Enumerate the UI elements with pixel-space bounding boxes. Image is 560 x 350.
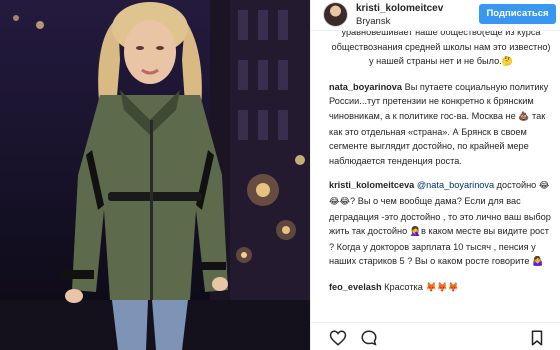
comment-username[interactable]: kristi_kolomeitceva [329, 180, 414, 190]
post-actions-bar [311, 322, 560, 350]
comment-mention[interactable]: @nata_boyarinova [417, 180, 494, 190]
comment-username[interactable]: nata_boyarinova [329, 82, 402, 92]
post-author-username[interactable]: kristi_kolomeitcev [356, 3, 443, 14]
post-location[interactable]: Bryansk [356, 16, 390, 27]
comment-username[interactable]: feo_evelash [329, 282, 382, 292]
post-header: kristi_kolomeitcev Bryansk Подписаться [311, 0, 560, 31]
comment: kristi_kolomeitceva @nata_boyarinova дос… [329, 178, 553, 270]
avatar[interactable] [323, 2, 348, 27]
thinking-emoji-icon: 🤔 [501, 57, 513, 68]
photo-illustration [0, 0, 310, 350]
post-photo[interactable] [0, 0, 310, 350]
follow-button[interactable]: Подписаться [479, 4, 556, 24]
comment: уравновешивает наше общество(еще из курс… [329, 31, 553, 70]
heart-icon[interactable] [329, 329, 347, 347]
comment-text: достойно [494, 180, 539, 191]
bookmark-icon[interactable] [528, 329, 546, 347]
fox-emoji-icon: 🦊🦊🦊 [425, 282, 460, 293]
facepalm-emoji-icon: 🤦‍♀️ [409, 227, 421, 238]
comments-list[interactable]: уравновешивает наше общество(еще из курс… [311, 31, 560, 310]
poop-emoji-icon: 💩 [518, 111, 530, 122]
comment: nata_boyarinova Вы путаете социальную по… [329, 80, 553, 169]
post-side-panel: kristi_kolomeitcev Bryansk Подписаться у… [310, 0, 560, 350]
comment-text: Красотка [381, 281, 423, 292]
comment-icon[interactable] [360, 329, 378, 347]
comment: feo_evelash Красотка 🦊🦊🦊 [329, 280, 553, 296]
comment-text: уравновешивает наше общество(еще из курс… [331, 31, 551, 67]
shrug-emoji-icon: 🤷‍♀️ [532, 257, 544, 268]
